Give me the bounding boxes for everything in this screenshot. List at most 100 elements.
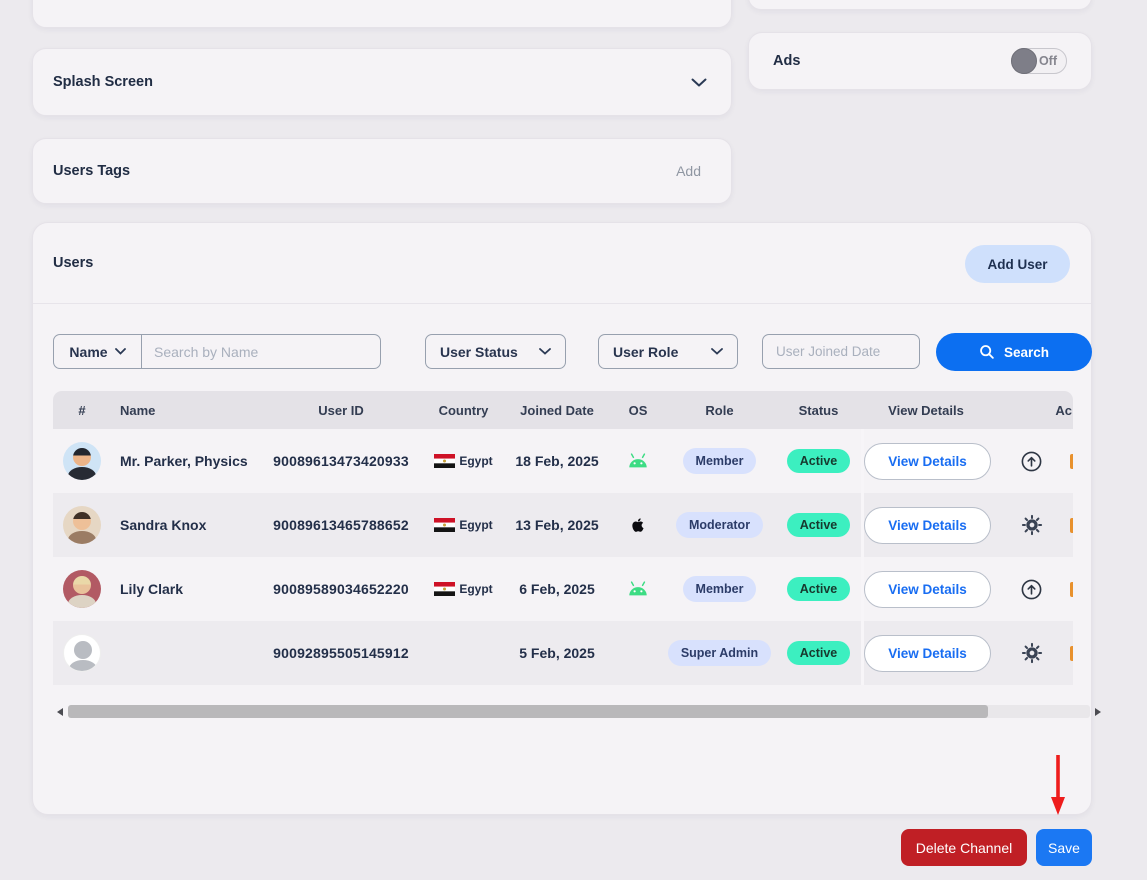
- os-cell: [613, 515, 663, 535]
- status-badge: Active: [787, 641, 851, 665]
- scroll-left-arrow[interactable]: [55, 704, 65, 719]
- scroll-right-arrow[interactable]: [1093, 704, 1103, 719]
- status-badge: Active: [787, 449, 851, 473]
- status-cell: Active: [776, 577, 861, 601]
- user-name: Mr. Parker, Physics: [111, 453, 256, 469]
- filter-bar: Name User Status User Role: [53, 333, 1073, 371]
- android-icon: [627, 453, 649, 469]
- view-details-cell: View Details: [861, 621, 991, 685]
- settings-gear-icon[interactable]: [1021, 642, 1043, 664]
- partial-card-top-left: [32, 0, 732, 28]
- settings-gear-icon[interactable]: [1021, 514, 1043, 536]
- joined-date-input[interactable]: [763, 335, 919, 368]
- status-cell: Active: [776, 513, 861, 537]
- android-icon: [627, 581, 649, 597]
- column-header: OS: [613, 403, 663, 418]
- search-icon: [979, 344, 995, 360]
- toggle-knob[interactable]: [1011, 48, 1037, 74]
- chevron-down-icon[interactable]: [691, 78, 707, 87]
- joined-date: 13 Feb, 2025: [501, 517, 613, 533]
- search-button[interactable]: Search: [936, 333, 1092, 371]
- table-body: Mr. Parker, Physics 90089613473420933 Eg…: [53, 429, 1073, 685]
- actions-cell: [991, 493, 1073, 557]
- clipped-action-icon[interactable]: [1070, 454, 1073, 469]
- avatar: [63, 634, 101, 672]
- user-id: 90089589034652220: [256, 581, 426, 597]
- status-badge: Active: [787, 513, 851, 537]
- view-details-button[interactable]: View Details: [864, 571, 991, 608]
- users-tags-title: Users Tags: [53, 163, 130, 179]
- status-cell: Active: [776, 641, 861, 665]
- role-badge: Super Admin: [668, 640, 771, 666]
- scrollbar-thumb[interactable]: [68, 705, 988, 718]
- view-details-button[interactable]: View Details: [864, 443, 991, 480]
- column-header: Country: [426, 403, 501, 418]
- view-details-cell: View Details: [861, 493, 991, 557]
- view-details-cell: View Details: [861, 429, 991, 493]
- actions-cell: [991, 429, 1073, 493]
- country-label: Egypt: [459, 518, 492, 532]
- table-row: Lily Clark 90089589034652220 Egypt 6 Feb…: [53, 557, 1073, 621]
- joined-date: 18 Feb, 2025: [501, 453, 613, 469]
- table-row: 90092895505145912 5 Feb, 2025: [53, 621, 1073, 685]
- triangle-right-icon: [1095, 708, 1101, 716]
- users-section-title: Users: [53, 255, 93, 271]
- user-name: Sandra Knox: [111, 517, 256, 533]
- actions-cell: [991, 621, 1073, 685]
- country-cell: Egypt: [426, 518, 501, 532]
- add-user-button[interactable]: Add User: [965, 245, 1070, 283]
- egypt-flag-icon: [434, 518, 455, 532]
- search-input[interactable]: [142, 335, 380, 368]
- role-cell: Member: [663, 448, 776, 474]
- user-role-value: User Role: [613, 344, 678, 360]
- delete-channel-button[interactable]: Delete Channel: [901, 829, 1027, 866]
- role-badge: Moderator: [676, 512, 763, 538]
- avatar-cell: [53, 570, 111, 608]
- status-cell: Active: [776, 449, 861, 473]
- column-header: Joined Date: [501, 403, 613, 418]
- ads-title: Ads: [773, 53, 800, 69]
- user-status-select[interactable]: User Status: [425, 334, 566, 369]
- clipped-action-icon[interactable]: [1070, 582, 1073, 597]
- promote-user-icon[interactable]: [1020, 450, 1043, 473]
- divider: [33, 303, 1091, 304]
- clipped-action-icon[interactable]: [1070, 518, 1073, 533]
- users-tags-add-button[interactable]: Add: [676, 163, 701, 179]
- save-button[interactable]: Save: [1036, 829, 1092, 866]
- table-row: Sandra Knox 90089613465788652 Egypt 13 F…: [53, 493, 1073, 557]
- role-cell: Moderator: [663, 512, 776, 538]
- user-id: 90089613465788652: [256, 517, 426, 533]
- splash-screen-title: Splash Screen: [53, 74, 153, 90]
- view-details-button[interactable]: View Details: [864, 507, 991, 544]
- promote-user-icon[interactable]: [1020, 578, 1043, 601]
- triangle-left-icon: [57, 708, 63, 716]
- avatar: [63, 570, 101, 608]
- users-table: #NameUser IDCountryJoined DateOSRoleStat…: [53, 391, 1073, 685]
- table-header-row: #NameUser IDCountryJoined DateOSRoleStat…: [53, 391, 1073, 429]
- column-header: Status: [776, 403, 861, 418]
- egypt-flag-icon: [434, 454, 455, 468]
- ads-toggle[interactable]: Off: [1011, 48, 1067, 74]
- column-header: Role: [663, 403, 776, 418]
- user-status-value: User Status: [440, 344, 518, 360]
- search-field-value: Name: [69, 344, 107, 360]
- avatar-cell: [53, 442, 111, 480]
- role-badge: Member: [683, 448, 757, 474]
- country-label: Egypt: [459, 454, 492, 468]
- splash-screen-card[interactable]: Splash Screen: [32, 48, 732, 116]
- avatar: [63, 442, 101, 480]
- status-badge: Active: [787, 577, 851, 601]
- column-header: Ac: [991, 403, 1073, 418]
- scrollbar-track[interactable]: [68, 705, 1090, 718]
- search-field-select[interactable]: Name: [54, 335, 142, 368]
- clipped-action-icon[interactable]: [1070, 646, 1073, 661]
- column-header: View Details: [861, 403, 991, 418]
- horizontal-scrollbar: [55, 704, 1103, 719]
- column-header: Name: [111, 403, 256, 418]
- user-id: 90089613473420933: [256, 453, 426, 469]
- user-role-select[interactable]: User Role: [598, 334, 738, 369]
- chevron-down-icon: [539, 348, 551, 355]
- view-details-button[interactable]: View Details: [864, 635, 991, 672]
- joined-date: 5 Feb, 2025: [501, 645, 613, 661]
- role-cell: Super Admin: [663, 640, 776, 666]
